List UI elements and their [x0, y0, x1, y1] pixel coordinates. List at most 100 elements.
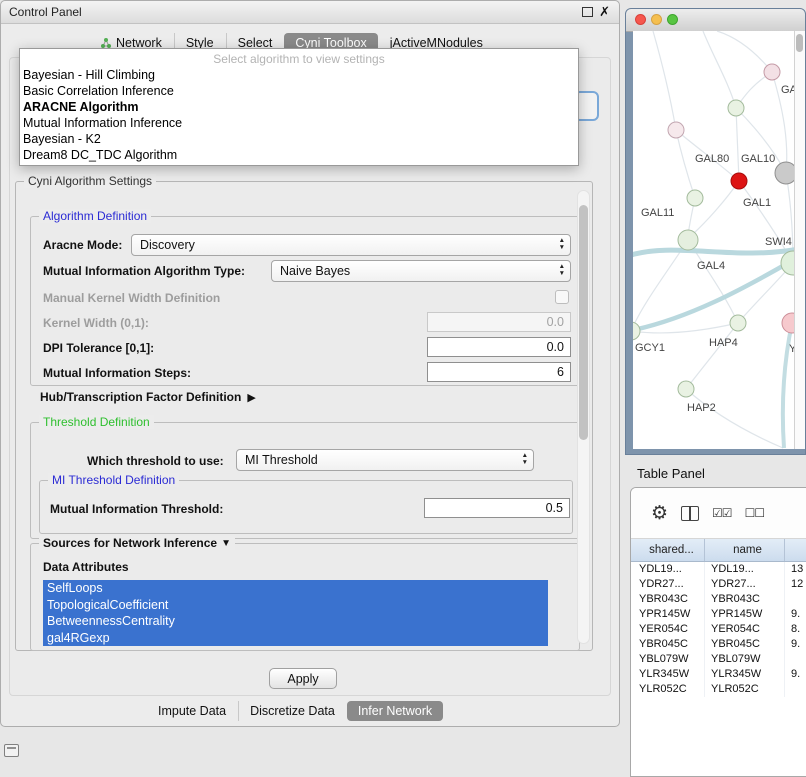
network-window-titlebar[interactable]	[626, 9, 805, 32]
network-edge[interactable]	[736, 108, 739, 181]
algorithm-option[interactable]: Dream8 DC_TDC Algorithm	[20, 147, 578, 163]
attribute-list-item[interactable]: gal4RGexp	[43, 630, 548, 647]
combo-arrows-icon: ▲▼	[522, 453, 528, 466]
table-row[interactable]: YLR052CYLR052C	[631, 682, 806, 697]
gear-icon[interactable]: ⚙	[651, 504, 668, 523]
manual-kernel-checkbox[interactable]	[555, 290, 569, 304]
close-traffic-light[interactable]	[635, 14, 646, 25]
network-node-label: GAL	[781, 84, 795, 96]
network-node[interactable]	[678, 230, 698, 250]
hub-section-toggle[interactable]: Hub/Transcription Factor Definition ▶	[40, 390, 256, 404]
table-row[interactable]: YER054CYER054C8.	[631, 622, 806, 637]
table-cell: YLR345W	[705, 667, 785, 682]
network-node-label: HAP2	[687, 402, 716, 414]
column-header[interactable]: name	[705, 539, 785, 561]
table-cell: YBL079W	[631, 652, 705, 667]
control-panel-titlebar[interactable]: Control Panel ✗	[1, 1, 619, 24]
network-edge[interactable]	[783, 323, 792, 448]
sources-title: Sources for Network Inference	[43, 536, 217, 550]
table-row[interactable]: YLR345WYLR345W9.	[631, 667, 806, 682]
table-row[interactable]: YBR043CYBR043C	[631, 592, 806, 607]
network-node-label: GCY1	[635, 342, 665, 354]
network-node[interactable]	[781, 251, 795, 275]
network-edge[interactable]	[703, 31, 736, 108]
attribute-list-item[interactable]: SelfLoops	[43, 580, 548, 597]
network-node[interactable]	[633, 322, 640, 340]
close-icon[interactable]: ✗	[599, 4, 610, 20]
network-edge[interactable]	[717, 31, 772, 72]
network-node[interactable]	[668, 122, 684, 138]
column-header[interactable]	[785, 539, 806, 561]
sources-group: Sources for Network Inference ▼ Data Att…	[30, 543, 580, 651]
table-cell: YBR043C	[705, 592, 785, 607]
network-edge[interactable]	[653, 31, 676, 130]
tab-impute-data[interactable]: Impute Data	[147, 701, 237, 721]
table-cell: 12	[785, 577, 806, 592]
minimize-traffic-light[interactable]	[651, 14, 662, 25]
cyni-bottom-tabs: Impute DataDiscretize DataInfer Network	[147, 700, 443, 722]
aracne-mode-select[interactable]: Discovery ▲▼	[131, 234, 571, 256]
attribute-list-item[interactable]: TopologicalCoefficient	[43, 597, 548, 614]
network-edge[interactable]	[686, 323, 738, 389]
table-row[interactable]: YDR27...YDR27...12	[631, 577, 806, 592]
network-node[interactable]	[764, 64, 780, 80]
network-view-window: GALGAL80GAL10GAL11GAL1SWI4GAL4GCY1HAP4HA…	[625, 8, 806, 455]
mi-threshold-label: Mutual Information Threshold:	[50, 502, 223, 516]
network-node[interactable]	[687, 190, 703, 206]
tab-discretize-data[interactable]: Discretize Data	[238, 701, 346, 721]
table-cell: 9.	[785, 607, 806, 622]
which-threshold-select[interactable]: MI Threshold ▲▼	[236, 449, 534, 471]
attribute-list-item[interactable]: BetweennessCentrality	[43, 613, 548, 630]
settings-scrollbar-thumb[interactable]	[579, 205, 588, 440]
data-attributes-label: Data Attributes	[43, 560, 129, 574]
float-window-icon[interactable]	[582, 7, 593, 17]
manual-kernel-label: Manual Kernel Width Definition	[43, 291, 220, 305]
network-edge[interactable]	[676, 130, 695, 198]
zoom-traffic-light[interactable]	[667, 14, 678, 25]
threshold-definition-group: Threshold Definition Which threshold to …	[30, 422, 580, 539]
tab-infer-network[interactable]: Infer Network	[347, 701, 443, 721]
network-canvas[interactable]: GALGAL80GAL10GAL11GAL1SWI4GAL4GCY1HAP4HA…	[633, 31, 795, 449]
network-edge[interactable]	[693, 181, 739, 234]
mi-steps-label: Mutual Information Steps:	[43, 366, 191, 380]
table-body: YDL19...YDL19...13YDR27...YDR27...12YBR0…	[631, 562, 806, 697]
network-edge[interactable]	[633, 249, 795, 256]
column-header[interactable]: shared...	[631, 539, 705, 561]
which-threshold-label: Which threshold to use:	[87, 454, 224, 468]
network-scrollbar-thumb[interactable]	[796, 34, 803, 52]
apply-button[interactable]: Apply	[269, 668, 337, 689]
network-node[interactable]	[730, 315, 746, 331]
mi-threshold-input[interactable]: 0.5	[424, 498, 570, 518]
deselect-all-icon[interactable]: ☐☐	[745, 506, 765, 520]
kernel-width-label: Kernel Width (0,1):	[43, 316, 149, 330]
dock-panel-icon[interactable]	[4, 744, 19, 757]
control-panel-title: Control Panel	[9, 5, 82, 19]
algorithm-option[interactable]: Bayesian - K2	[20, 131, 578, 147]
table-cell: YLR052C	[705, 682, 785, 697]
network-node[interactable]	[731, 173, 747, 189]
network-vertical-scrollbar[interactable]	[794, 31, 805, 449]
table-row[interactable]: YBR045CYBR045C9.	[631, 637, 806, 652]
table-row[interactable]: YBL079WYBL079W	[631, 652, 806, 667]
sources-section-toggle[interactable]: Sources for Network Inference ▼	[39, 536, 235, 550]
algorithm-option[interactable]: ARACNE Algorithm	[20, 99, 578, 115]
algorithm-option[interactable]: Bayesian - Hill Climbing	[20, 67, 578, 83]
table-cell: YLR345W	[631, 667, 705, 682]
data-attributes-list: SelfLoopsTopologicalCoefficientBetweenne…	[43, 580, 548, 646]
algorithm-option[interactable]: Basic Correlation Inference	[20, 83, 578, 99]
table-cell: 8.	[785, 622, 806, 637]
dpi-tolerance-input[interactable]: 0.0	[427, 337, 571, 357]
table-row[interactable]: YDL19...YDL19...13	[631, 562, 806, 577]
table-cell: YBR045C	[631, 637, 705, 652]
table-row[interactable]: YPR145WYPR145W9.	[631, 607, 806, 622]
network-node[interactable]	[728, 100, 744, 116]
network-node[interactable]	[678, 381, 694, 397]
network-edge[interactable]	[686, 389, 783, 448]
columns-icon[interactable]	[681, 506, 699, 521]
network-node[interactable]	[775, 162, 795, 184]
mi-steps-input[interactable]: 6	[427, 362, 571, 382]
settings-scrollbar[interactable]	[577, 190, 590, 644]
algorithm-option[interactable]: Mutual Information Inference	[20, 115, 578, 131]
select-all-icon[interactable]: ☑☑	[712, 506, 732, 520]
mi-type-select[interactable]: Naive Bayes ▲▼	[271, 260, 571, 282]
